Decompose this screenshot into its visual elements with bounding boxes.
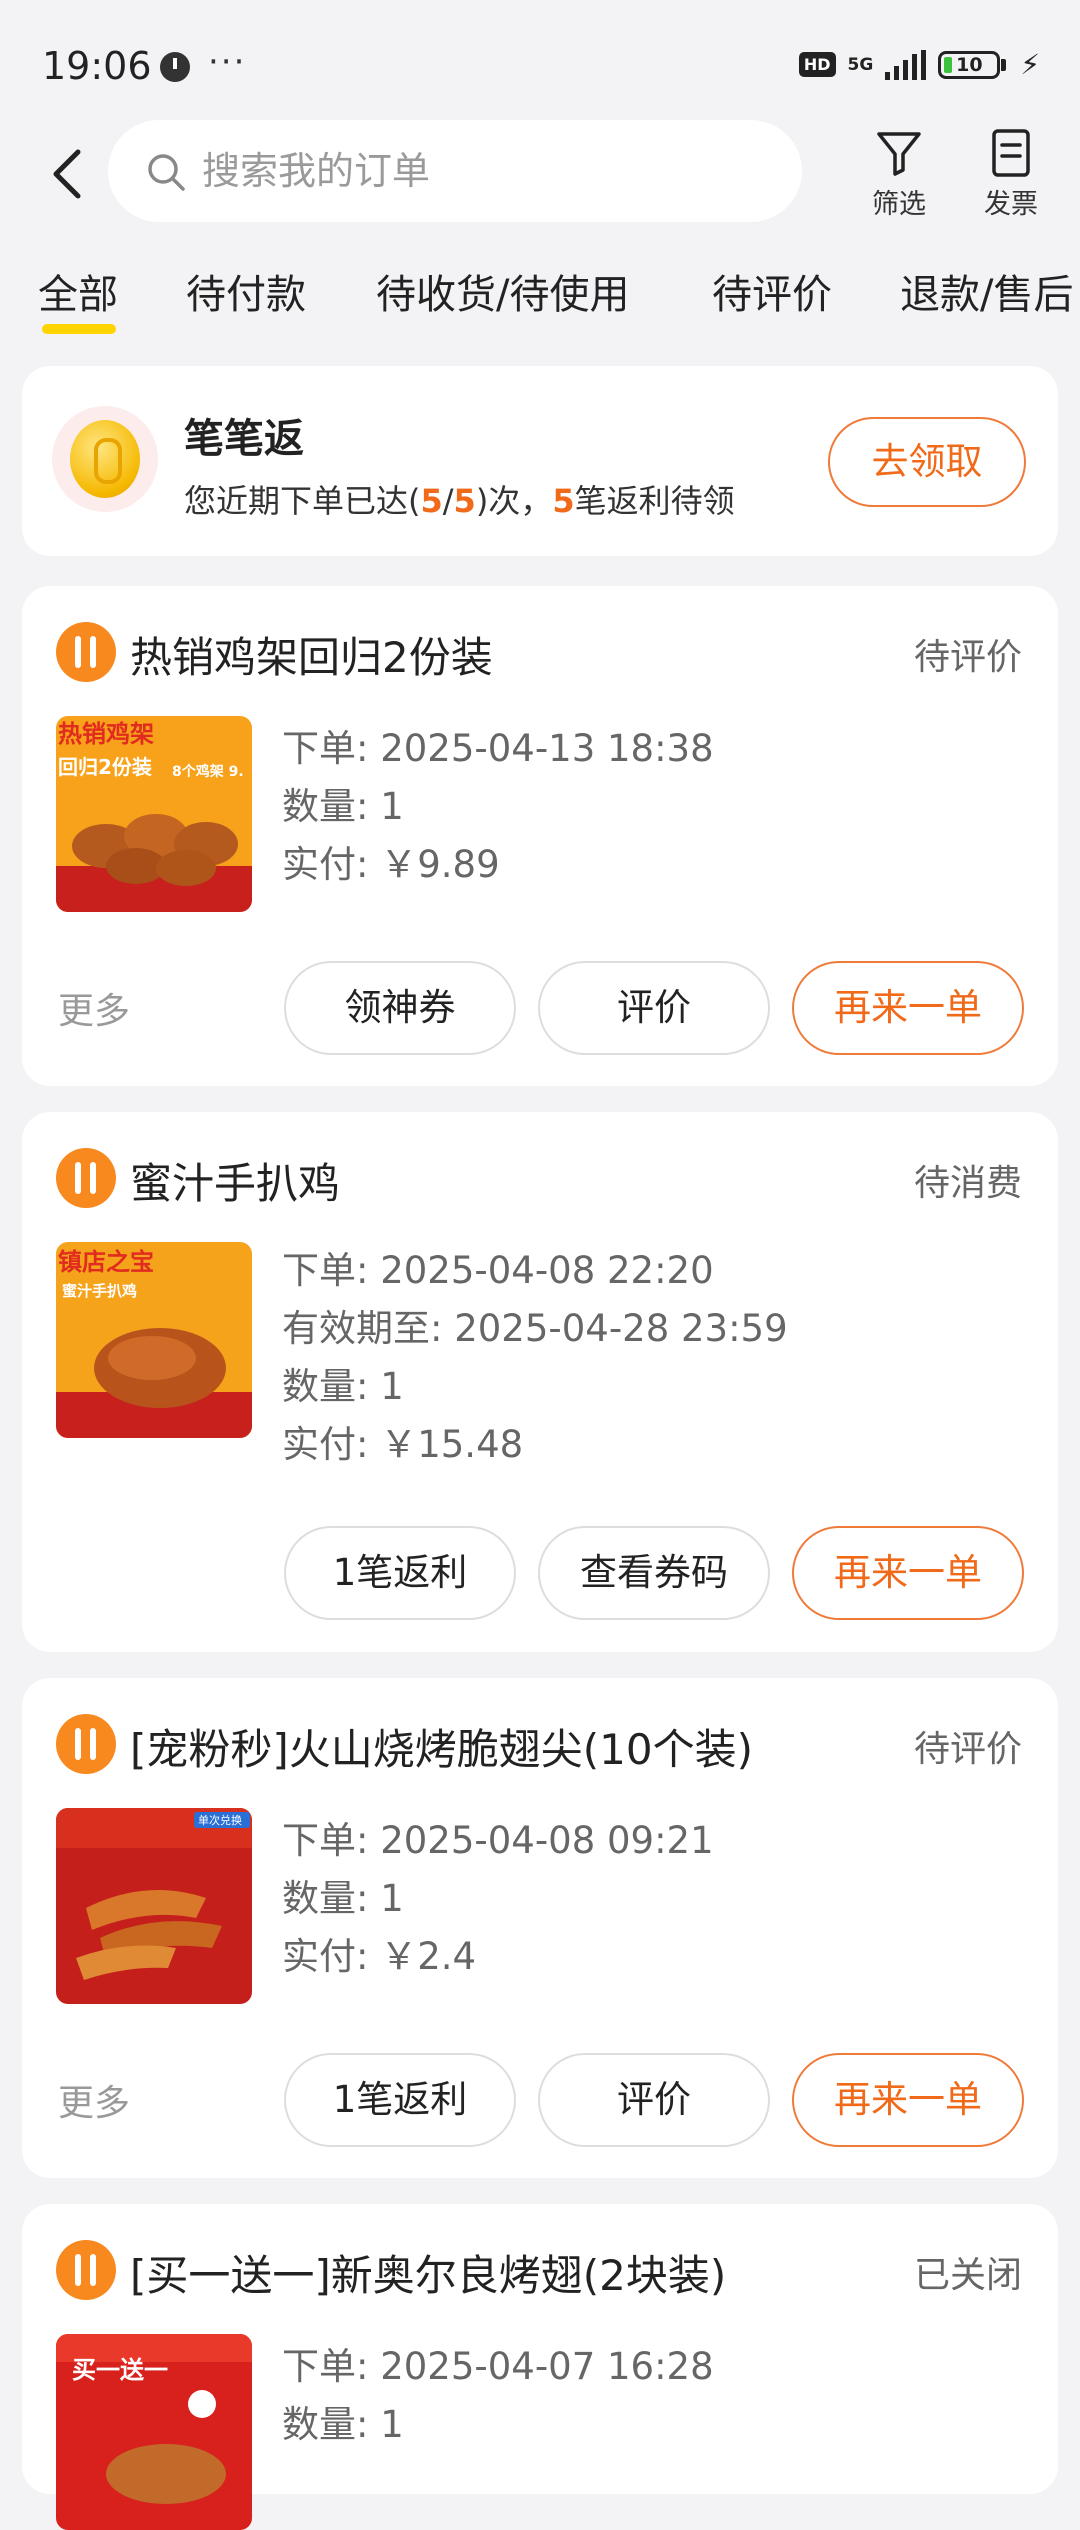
order-status: 待评价	[913, 637, 1022, 678]
clock-icon	[160, 52, 190, 82]
reorder-button[interactable]: 再来一单	[792, 2053, 1024, 2147]
status-bar: 19:06 ··· HD 5G 10 ⚡	[0, 0, 1080, 130]
order-quantity: 数量: 1	[282, 1877, 404, 1920]
restaurant-icon	[56, 622, 116, 682]
chevron-left-icon	[53, 149, 81, 199]
product-image[interactable]: 热销鸡架 回归2份装 8个鸡架 9.	[56, 716, 252, 912]
rebate-button[interactable]: 1笔返利	[284, 2053, 516, 2147]
more-link[interactable]: 更多	[58, 982, 130, 1034]
order-quantity: 数量: 1	[282, 2403, 404, 2446]
status-time: 19:06	[42, 44, 152, 88]
order-paid: 实付: ￥2.4	[282, 1935, 477, 1978]
filter-button[interactable]: 筛选	[854, 120, 944, 230]
promo-description: 您近期下单已达(5/5)次，5笔返利待领	[184, 482, 735, 520]
order-date: 下单: 2025-04-08 09:21	[282, 1819, 714, 1862]
order-quantity: 数量: 1	[282, 1365, 404, 1408]
invoice-button[interactable]: 发票	[966, 120, 1056, 230]
charging-icon: ⚡	[1020, 48, 1040, 81]
product-image[interactable]: 买一送一	[56, 2334, 252, 2530]
order-date: 下单: 2025-04-08 22:20	[282, 1249, 714, 1292]
product-image[interactable]: 单次兑换	[56, 1808, 252, 2004]
filter-icon	[877, 132, 921, 176]
order-card[interactable]: 蜜汁手扒鸡 待消费 镇店之宝 蜜汁手扒鸡 下单: 2025-04-08 22:2…	[22, 1112, 1058, 1652]
claim-rebate-button[interactable]: 去领取	[828, 417, 1026, 507]
invoice-icon	[992, 129, 1030, 177]
order-date: 下单: 2025-04-13 18:38	[282, 727, 714, 770]
order-valid-until: 有效期至: 2025-04-28 23:59	[282, 1307, 788, 1350]
order-card[interactable]: [买一送一]新奥尔良烤翅(2块装) 已关闭 买一送一 下单: 2025-04-0…	[22, 2204, 1058, 2530]
order-status: 已关闭	[913, 2255, 1022, 2296]
signal-icon	[885, 49, 927, 80]
thumb-text: 镇店之宝	[58, 1248, 154, 1276]
network-label: 5G	[847, 54, 874, 75]
restaurant-icon	[56, 2240, 116, 2300]
order-title[interactable]: [买一送一]新奥尔良烤翅(2块装)	[130, 2242, 726, 2303]
reorder-button[interactable]: 再来一单	[792, 1526, 1024, 1620]
thumb-text: 蜜汁手扒鸡	[62, 1282, 137, 1300]
battery-level: 10	[938, 50, 1001, 79]
product-image[interactable]: 镇店之宝 蜜汁手扒鸡	[56, 1242, 252, 1438]
order-title[interactable]: 蜜汁手扒鸡	[130, 1150, 340, 1211]
order-tabs: 全部 待付款 待收货/待使用 待评价 退款/售后	[0, 262, 1080, 342]
thumb-text: 热销鸡架	[58, 720, 154, 748]
hd-icon: HD	[798, 52, 836, 77]
order-paid: 实付: ￥9.89	[282, 843, 500, 886]
order-quantity: 数量: 1	[282, 785, 404, 828]
search-icon	[148, 154, 185, 191]
review-button[interactable]: 评价	[538, 961, 770, 1055]
get-coupon-button[interactable]: 领神券	[284, 961, 516, 1055]
more-dots-icon: ···	[208, 42, 247, 82]
order-paid: 实付: ￥15.48	[282, 1423, 524, 1466]
status-indicators: HD 5G 10 ⚡	[798, 48, 1040, 81]
order-status: 待评价	[913, 1729, 1022, 1770]
order-card[interactable]: 热销鸡架回归2份装 待评价 热销鸡架 回归2份装 8个鸡架 9. 下单: 202…	[22, 586, 1058, 1086]
order-title[interactable]: [宠粉秒]火山烧烤脆翅尖(10个装)	[130, 1716, 753, 1777]
restaurant-icon	[56, 1714, 116, 1774]
active-tab-indicator	[42, 324, 116, 334]
more-link[interactable]: 更多	[58, 2074, 130, 2126]
rebate-promo-card: 笔笔返 您近期下单已达(5/5)次，5笔返利待领 去领取	[22, 366, 1058, 556]
order-meta: 下单: 2025-04-13 18:38 数量: 1 实付: ￥9.89	[282, 720, 714, 894]
restaurant-icon	[56, 1148, 116, 1208]
order-status: 待消费	[913, 1163, 1022, 1204]
reorder-button[interactable]: 再来一单	[792, 961, 1024, 1055]
tab-all[interactable]: 全部	[38, 262, 118, 320]
thumb-text: 单次兑换	[198, 1813, 242, 1827]
search-bar[interactable]	[108, 120, 802, 222]
thumb-text: 8个鸡架 9.	[172, 763, 244, 780]
tab-refund[interactable]: 退款/售后	[900, 262, 1073, 320]
header: 筛选 发票	[0, 120, 1080, 230]
coin-icon	[52, 406, 158, 512]
battery-icon: 10	[938, 50, 1007, 79]
invoice-label: 发票	[984, 189, 1038, 220]
tab-pending-payment[interactable]: 待付款	[186, 262, 306, 320]
thumb-text: 买一送一	[72, 2356, 168, 2384]
order-meta: 下单: 2025-04-08 09:21 数量: 1 实付: ￥2.4	[282, 1812, 714, 1986]
order-title[interactable]: 热销鸡架回归2份装	[130, 624, 493, 685]
rebate-button[interactable]: 1笔返利	[284, 1526, 516, 1620]
view-voucher-button[interactable]: 查看券码	[538, 1526, 770, 1620]
order-meta: 下单: 2025-04-07 16:28 数量: 1	[282, 2338, 714, 2454]
promo-title: 笔笔返	[184, 416, 304, 462]
order-date: 下单: 2025-04-07 16:28	[282, 2345, 714, 2388]
tab-pending-review[interactable]: 待评价	[712, 262, 832, 320]
order-meta: 下单: 2025-04-08 22:20 有效期至: 2025-04-28 23…	[282, 1242, 788, 1474]
back-button[interactable]	[44, 144, 96, 204]
order-card[interactable]: [宠粉秒]火山烧烤脆翅尖(10个装) 待评价 单次兑换 下单: 2025-04-…	[22, 1678, 1058, 2178]
review-button[interactable]: 评价	[538, 2053, 770, 2147]
tab-pending-receipt[interactable]: 待收货/待使用	[376, 262, 629, 320]
search-input[interactable]	[202, 142, 762, 200]
thumb-text: 回归2份装	[58, 755, 152, 779]
filter-label: 筛选	[872, 189, 926, 220]
